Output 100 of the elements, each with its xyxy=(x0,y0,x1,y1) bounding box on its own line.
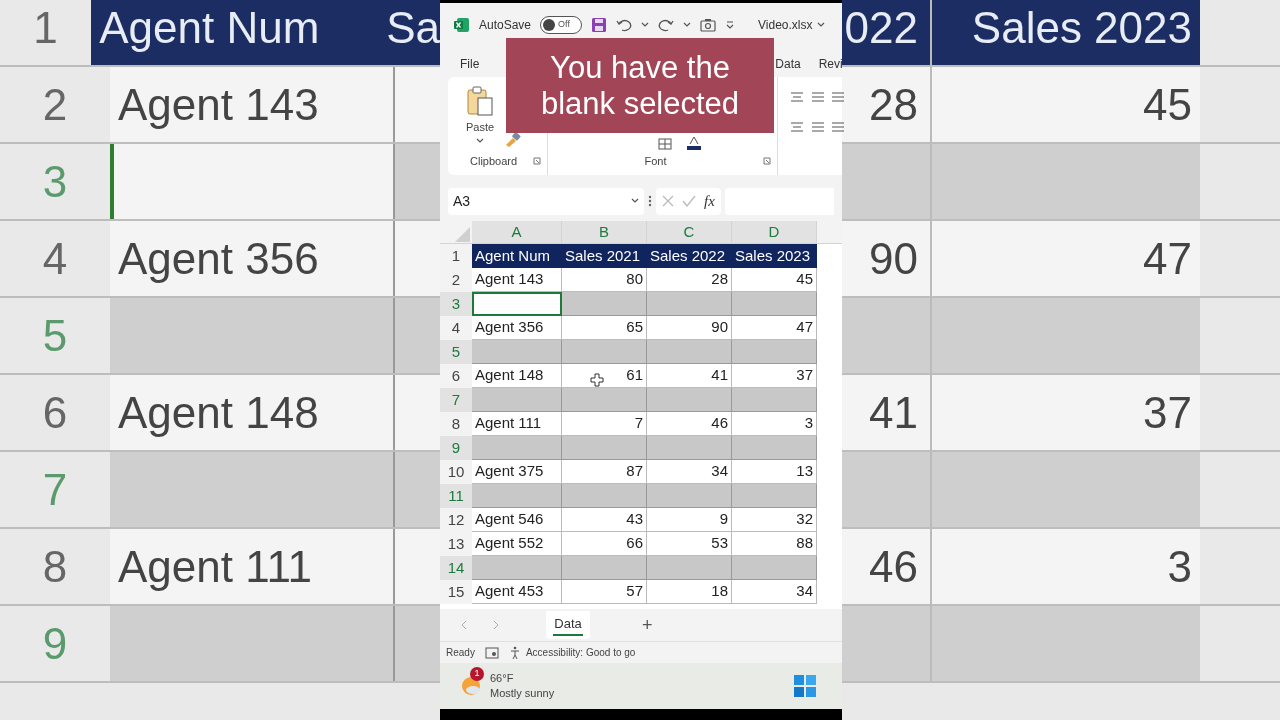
table-cell[interactable] xyxy=(472,388,562,412)
wrap-text-icon[interactable] xyxy=(831,91,846,103)
table-cell[interactable] xyxy=(472,340,562,364)
format-painter-icon[interactable] xyxy=(504,130,523,147)
column-header[interactable]: B xyxy=(562,221,647,243)
table-cell[interactable] xyxy=(732,340,817,364)
dialog-launcher-icon[interactable] xyxy=(763,156,771,165)
ribbon-tab[interactable]: File xyxy=(460,55,480,73)
table-cell[interactable] xyxy=(472,292,562,316)
table-cell[interactable] xyxy=(472,484,562,508)
paste-label[interactable]: Paste xyxy=(466,119,495,136)
align-left-icon[interactable] xyxy=(790,121,804,133)
redo-icon[interactable] xyxy=(658,18,675,32)
row-header[interactable]: 7 xyxy=(440,388,472,412)
row-header[interactable]: 11 xyxy=(440,484,472,508)
save-icon[interactable] xyxy=(591,17,608,33)
align-center-icon[interactable] xyxy=(810,121,825,133)
weather-icon[interactable] xyxy=(460,675,482,697)
cell-text: 45 xyxy=(1143,78,1192,131)
ribbon-tab[interactable]: Data xyxy=(775,55,801,73)
borders-icon[interactable] xyxy=(658,137,672,150)
file-name-button[interactable]: Video.xlsx xyxy=(758,16,825,34)
cell-text: 41 xyxy=(869,386,918,439)
column-header[interactable]: D xyxy=(732,221,817,243)
column-heading: Sales 2022 xyxy=(647,244,732,268)
table-cell[interactable] xyxy=(562,484,647,508)
table-cell[interactable] xyxy=(472,556,562,580)
group-label: Font xyxy=(643,153,668,169)
align-middle-icon[interactable] xyxy=(810,91,825,103)
name-box[interactable]: A3 xyxy=(448,187,644,215)
column-header[interactable]: A xyxy=(472,221,562,243)
table-cell[interactable]: Agent 453 xyxy=(472,580,562,604)
table-cell[interactable] xyxy=(647,340,732,364)
next-sheet-icon[interactable] xyxy=(493,620,499,630)
camera-icon[interactable] xyxy=(700,18,717,32)
table-cell[interactable] xyxy=(732,436,817,460)
paste-icon[interactable] xyxy=(466,85,495,117)
table-cell[interactable] xyxy=(647,556,732,580)
customize-toolbar-icon[interactable] xyxy=(725,20,736,30)
table-cell[interactable]: 43 xyxy=(562,508,647,532)
row-header[interactable]: 13 xyxy=(440,532,472,556)
previous-sheet-icon[interactable] xyxy=(461,620,467,630)
ribbon-tab[interactable]: Revi xyxy=(818,55,843,73)
row-header[interactable]: 10 xyxy=(440,460,472,484)
caption-text: You have the blank selected xyxy=(539,49,741,122)
table-cell[interactable]: 32 xyxy=(732,508,817,532)
insert-function-button[interactable]: fx xyxy=(704,189,715,213)
table-cell[interactable] xyxy=(732,292,817,316)
dialog-launcher-icon[interactable] xyxy=(533,156,541,165)
table-cell[interactable] xyxy=(562,388,647,412)
cancel-icon[interactable] xyxy=(662,195,674,207)
table-cell[interactable] xyxy=(732,484,817,508)
table-cell[interactable] xyxy=(647,436,732,460)
row-number: 5 xyxy=(42,309,68,362)
cell-text: 90 xyxy=(869,232,918,285)
notification-badge: 1 xyxy=(470,667,484,681)
row-number: 4 xyxy=(42,232,68,285)
table-cell[interactable] xyxy=(562,340,647,364)
table-cell[interactable] xyxy=(472,436,562,460)
indent-icon[interactable] xyxy=(831,121,846,133)
align-top-icon[interactable] xyxy=(790,91,804,103)
row-header[interactable]: 5 xyxy=(440,340,472,364)
accessibility-button[interactable]: Accessibility: Good to go xyxy=(508,645,636,660)
column-header[interactable]: C xyxy=(647,221,732,243)
macro-recorder-icon[interactable] xyxy=(484,646,499,659)
row-header[interactable]: 9 xyxy=(440,436,472,460)
table-cell[interactable] xyxy=(647,484,732,508)
row-header[interactable]: 6 xyxy=(440,364,472,388)
autosave-toggle[interactable]: Off xyxy=(540,16,583,34)
add-sheet-button[interactable]: + xyxy=(642,611,653,639)
table-cell[interactable] xyxy=(562,292,647,316)
table-cell[interactable]: 18 xyxy=(647,580,732,604)
undo-icon[interactable] xyxy=(616,18,633,32)
status-text: Ready xyxy=(446,646,475,660)
row-header[interactable]: 2 xyxy=(440,268,472,292)
table-cell[interactable] xyxy=(732,556,817,580)
sheet-tab[interactable]: Data xyxy=(546,611,590,639)
row-header[interactable]: 1 xyxy=(440,244,472,268)
table-cell[interactable] xyxy=(562,436,647,460)
row-header[interactable]: 8 xyxy=(440,412,472,436)
table-cell[interactable] xyxy=(562,556,647,580)
row-header[interactable]: 14 xyxy=(440,556,472,580)
cell-text: 3 xyxy=(1167,540,1192,593)
enter-icon[interactable] xyxy=(682,195,696,207)
table-cell[interactable] xyxy=(647,292,732,316)
table-cell[interactable] xyxy=(647,388,732,412)
table-cell[interactable]: 57 xyxy=(562,580,647,604)
table-cell[interactable]: 9 xyxy=(647,508,732,532)
row-number: 3 xyxy=(42,155,68,208)
table-cell[interactable] xyxy=(732,388,817,412)
row-header[interactable]: 12 xyxy=(440,508,472,532)
font-color-icon[interactable] xyxy=(686,135,702,150)
row-header[interactable]: 3 xyxy=(440,292,472,316)
table-cell[interactable]: 34 xyxy=(732,580,817,604)
cell-text: 28 xyxy=(869,78,918,131)
table-cell[interactable]: Agent 546 xyxy=(472,508,562,532)
row-header[interactable]: 15 xyxy=(440,580,472,604)
weather-text: Mostly sunny xyxy=(490,686,555,701)
windows-start-icon[interactable] xyxy=(794,675,816,697)
row-header[interactable]: 4 xyxy=(440,316,472,340)
